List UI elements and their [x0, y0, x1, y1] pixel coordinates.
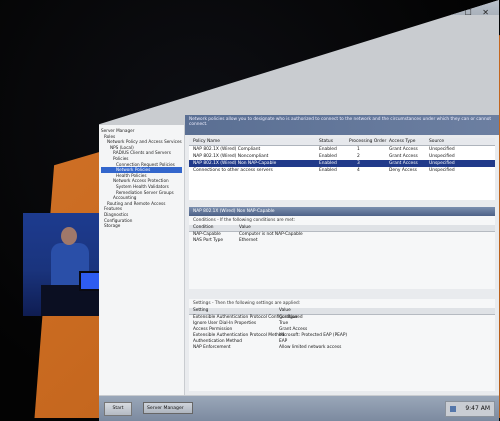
- taskbar-clock[interactable]: 9:47 AM: [465, 405, 490, 412]
- details-pane: Network policies allow you to designate …: [185, 115, 499, 395]
- table-row-selected[interactable]: NAP 802.1X (Wired) Non NAP-Capable Enabl…: [189, 160, 495, 167]
- condition-value: Computer is not NAP-Capable: [239, 232, 303, 237]
- policy-source: Unspecified: [429, 154, 455, 159]
- policy-access: Grant Access: [389, 147, 418, 152]
- condition-name: NAP-Capable: [193, 232, 221, 237]
- policy-order: 1: [357, 147, 360, 152]
- setting-value: Microsoft: Protected EAP (PEAP): [279, 333, 348, 338]
- column-header-name[interactable]: Policy Name: [193, 139, 220, 144]
- conditions-description: Conditions - If the following conditions…: [193, 218, 296, 223]
- conditions-panel-title: NAP 802.1X (Wired) Non NAP-Capable: [189, 207, 495, 216]
- table-row[interactable]: NAP 802.1X (Wired) Compliant Enabled 1 G…: [189, 146, 495, 153]
- taskbar: Start Server Manager 9:47 AM: [99, 396, 499, 421]
- start-button[interactable]: Start: [104, 402, 132, 416]
- column-header-order[interactable]: Processing Order: [349, 139, 386, 144]
- console-tree[interactable]: Server Manager Roles Network Policy and …: [99, 125, 184, 395]
- condition-value: Ethernet: [239, 238, 258, 243]
- policy-source: Unspecified: [429, 161, 455, 166]
- setting-name: Ignore User Dial-In Properties: [193, 321, 257, 326]
- policy-status: Enabled: [319, 168, 337, 173]
- column-header-source[interactable]: Source: [429, 139, 444, 144]
- policy-status: Enabled: [319, 147, 337, 152]
- policy-access: Grant Access: [389, 161, 418, 166]
- policy-name: NAP 802.1X (Wired) Noncompliant: [193, 154, 269, 159]
- policy-order: 3: [357, 161, 360, 166]
- tree-item[interactable]: Network Policy and Access Services: [101, 139, 182, 145]
- condition-row[interactable]: NAS Port Type Ethernet: [189, 238, 495, 244]
- policy-order: 4: [357, 168, 360, 173]
- setting-value: Allow limited network access: [279, 345, 342, 350]
- table-row[interactable]: NAP 802.1X (Wired) Noncompliant Enabled …: [189, 153, 495, 160]
- taskbar-server-manager-button[interactable]: Server Manager: [143, 402, 193, 414]
- setting-value: EAP: [279, 339, 288, 344]
- policy-status: Enabled: [319, 161, 337, 166]
- setting-value: True: [279, 321, 289, 326]
- column-header-condition[interactable]: Condition: [193, 225, 214, 230]
- conditions-panel: NAP 802.1X (Wired) Non NAP-Capable Condi…: [189, 207, 495, 289]
- settings-description: Settings - Then the following settings a…: [193, 301, 301, 306]
- policy-source: Unspecified: [429, 147, 455, 152]
- policy-name: NAP 802.1X (Wired) Non NAP-Capable: [193, 161, 277, 166]
- policy-order: 2: [357, 154, 360, 159]
- setting-value: Grant Access: [279, 327, 308, 332]
- system-tray: 9:47 AM: [445, 401, 495, 417]
- table-header-row: Policy Name Status Processing Order Acce…: [189, 138, 495, 146]
- policy-access: Grant Access: [389, 154, 418, 159]
- setting-row[interactable]: NAP Enforcement Allow limited network ac…: [189, 345, 495, 351]
- setting-name: Authentication Method: [193, 339, 243, 344]
- table-row[interactable]: Connections to other access servers Enab…: [189, 167, 495, 174]
- presenter-head: [61, 227, 77, 245]
- setting-value: Configured: [279, 315, 303, 320]
- settings-panel: Settings - Then the following settings a…: [189, 299, 495, 391]
- description-banner: Network policies allow you to designate …: [185, 115, 499, 135]
- policy-status: Enabled: [319, 154, 337, 159]
- column-header-value[interactable]: Value: [279, 308, 291, 313]
- policy-name: Connections to other access servers: [193, 168, 273, 173]
- setting-name: NAP Enforcement: [193, 345, 231, 350]
- column-header-status[interactable]: Status: [319, 139, 333, 144]
- setting-name: Access Permission: [193, 327, 233, 332]
- policy-access: Deny Access: [389, 168, 417, 173]
- column-header-setting[interactable]: Setting: [193, 308, 208, 313]
- setting-name: Extensible Authentication Protocol Metho…: [193, 333, 285, 338]
- policy-name: NAP 802.1X (Wired) Compliant: [193, 147, 261, 152]
- settings-header-row: Setting Value: [189, 308, 495, 315]
- network-icon[interactable]: [450, 406, 456, 412]
- column-header-access[interactable]: Access Type: [389, 139, 416, 144]
- network-policies-table[interactable]: Policy Name Status Processing Order Acce…: [189, 138, 495, 200]
- condition-name: NAS Port Type: [193, 238, 223, 243]
- column-header-value[interactable]: Value: [239, 225, 251, 230]
- policy-source: Unspecified: [429, 168, 455, 173]
- conditions-header-row: Condition Value: [189, 225, 495, 232]
- speaker-video-feed: [23, 213, 109, 316]
- tree-item[interactable]: Storage: [101, 223, 182, 229]
